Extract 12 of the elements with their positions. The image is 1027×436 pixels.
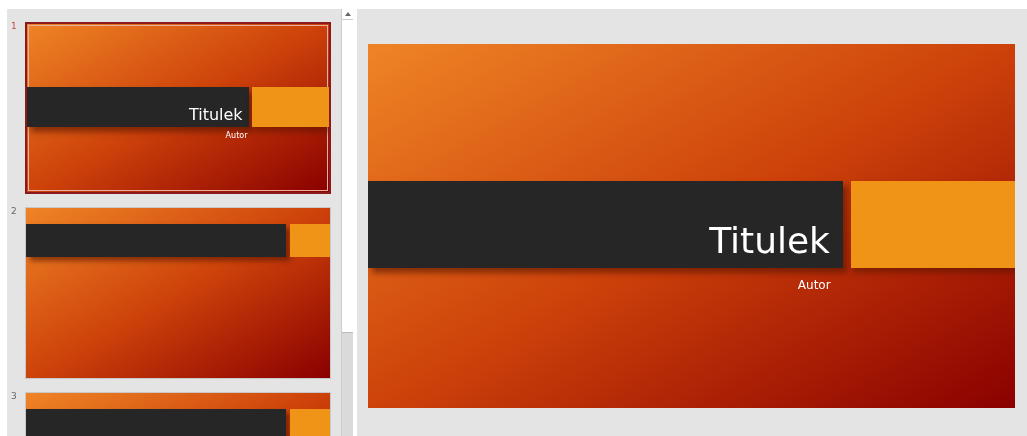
slide-title: Titulek [709,222,830,259]
slide-subtitle: Autor [797,278,831,291]
slide-number: 3 [10,392,18,401]
slide-number: 2 [10,207,18,216]
slide-title: Titulek [188,106,243,123]
slide-subtitle: Autor [225,131,248,140]
slide-thumbnail[interactable] [25,207,331,379]
slide-number: 1 [10,22,18,31]
accent-block [289,408,330,436]
slide-thumbnail[interactable]: Titulek Autor [25,22,331,194]
scroll-thumb[interactable] [342,20,353,333]
accent-block [289,223,330,257]
